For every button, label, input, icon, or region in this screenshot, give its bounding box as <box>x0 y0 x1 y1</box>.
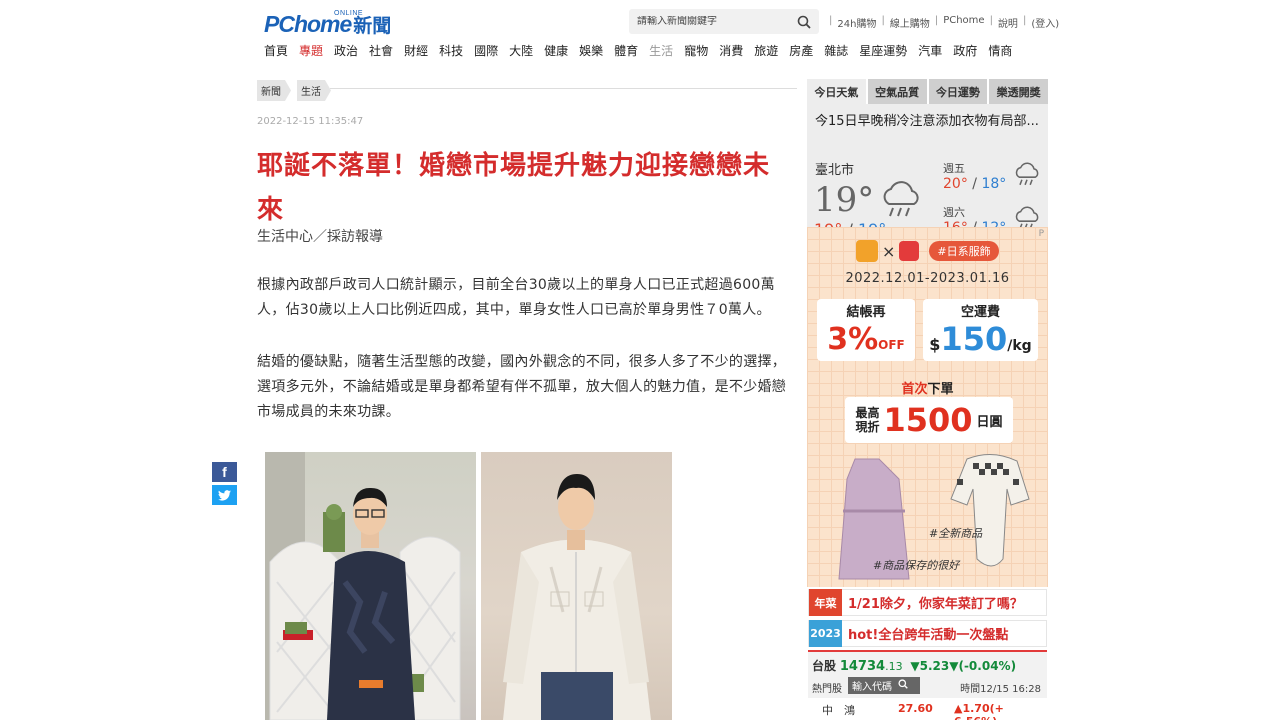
weather-current-temp: 19° <box>814 180 875 220</box>
stock-index: 台股 14734.13 ▼5.23▼(-0.04%) <box>812 659 1017 674</box>
sidebar-ad-banner[interactable]: P × #日系服飾 2022.12.01-2023.01.16 結帳再 3%OF… <box>807 227 1048 587</box>
promo-new-year-events[interactable]: 2023 hot!全台跨年活動一次盤點 <box>808 620 1047 647</box>
nav-item[interactable]: 財經 <box>404 42 428 59</box>
link-24h[interactable]: 24h購物 <box>837 15 876 30</box>
tab-horoscope[interactable]: 今日運勢 <box>928 79 988 104</box>
search-icon[interactable] <box>797 14 811 33</box>
nav-item[interactable]: 消費 <box>719 42 743 59</box>
ad-note-condition: #商品保存的很好 <box>873 559 960 572</box>
nav-item[interactable]: 健康 <box>544 42 568 59</box>
nav-item[interactable]: 大陸 <box>509 42 533 59</box>
ad-box-shipping: 空運費 $150/kg <box>923 299 1038 361</box>
twitter-share-icon[interactable] <box>212 485 237 505</box>
nav-item[interactable]: 政府 <box>953 42 977 59</box>
article-date: 2022-12-15 11:35:47 <box>257 116 364 127</box>
divider <box>330 88 797 89</box>
stock-code-input[interactable]: 輸入代碼 <box>848 677 920 694</box>
forecast-day-1-range: 20° / 18° <box>943 176 1007 192</box>
nav-item[interactable]: 社會 <box>369 42 393 59</box>
stock-row[interactable]: 中 鴻 27.60 ▲1.70(+ 6.56%) <box>808 698 1047 720</box>
hot-stocks-label: 熱門股 <box>812 684 842 695</box>
weather-tabs: 今日天氣 空氣品質 今日運勢 樂透開獎 <box>807 79 1048 104</box>
nav-item[interactable]: 汽車 <box>918 42 942 59</box>
forecast-day-1: 週五 <box>943 162 965 175</box>
nav-item[interactable]: 首頁 <box>264 42 288 59</box>
tab-air-quality[interactable]: 空氣品質 <box>867 79 927 104</box>
forecast-day-2: 週六 <box>943 206 965 219</box>
nav-item[interactable]: 房產 <box>789 42 813 59</box>
search-icon[interactable] <box>898 679 908 692</box>
promo-text: 1/21除夕，你家年菜訂了嗎？ <box>848 597 1023 612</box>
nav-item[interactable]: 旅遊 <box>754 42 778 59</box>
logo-online: ONLINE <box>334 10 364 17</box>
nav-item[interactable]: 雜誌 <box>824 42 848 59</box>
article-byline: 生活中心／採訪報導 <box>257 229 383 245</box>
tab-lottery[interactable]: 樂透開獎 <box>989 79 1048 104</box>
weather-headline[interactable]: 今15日早晚稍冷注意添加衣物有局部... <box>815 110 1040 129</box>
nav-item[interactable]: 國際 <box>474 42 498 59</box>
promo-tag: 年菜 <box>809 589 842 616</box>
nav-item[interactable]: 專題 <box>299 42 323 59</box>
facebook-share-icon[interactable]: f <box>212 462 237 482</box>
promo-tag: 2023 <box>809 620 842 647</box>
link-login[interactable]: (登入) <box>1031 15 1059 30</box>
article-photo-man-dark-jacket <box>265 452 476 720</box>
nav-item[interactable]: 星座運勢 <box>859 42 907 59</box>
stock-widget: 台股 14734.13 ▼5.23▼(-0.04%) 熱門股 輸入代碼 時間12… <box>808 650 1047 720</box>
ad-box-discount: 結帳再 3%OFF <box>817 299 915 361</box>
search-box <box>629 9 819 34</box>
nav-item[interactable]: 生活 <box>649 42 673 59</box>
nav-item[interactable]: 寵物 <box>684 42 708 59</box>
nav-item[interactable]: 情商 <box>988 42 1012 59</box>
breadcrumb-news[interactable]: 新聞 <box>257 80 291 101</box>
article-paragraph: 結婚的優缺點，隨著生活型態的改變，國內外觀念的不同，很多人多了不少的選擇，選項多… <box>257 354 787 420</box>
rain-cloud-icon <box>1013 160 1041 192</box>
nav-item[interactable]: 政治 <box>334 42 358 59</box>
ad-corner-mark: P <box>1038 229 1044 239</box>
ad-tag: #日系服飾 <box>929 241 999 261</box>
weather-city: 臺北市 <box>815 163 855 178</box>
nav-item[interactable]: 科技 <box>439 42 463 59</box>
ad-logo-row: × #日系服飾 <box>856 240 999 262</box>
rain-cloud-icon <box>879 178 923 224</box>
promo-new-year-dishes[interactable]: 年菜 1/21除夕，你家年菜訂了嗎？ <box>808 589 1047 616</box>
breadcrumb-life[interactable]: 生活 <box>297 80 331 101</box>
search-input[interactable] <box>629 16 789 27</box>
pchome-news-logo[interactable]: PChome ONLINE 新聞 <box>264 8 391 38</box>
article-paragraph: 根據內政部戶政司人口統計顯示，目前全台30歲以上的單身人口已正式超過600萬人，… <box>257 277 775 318</box>
nav-item[interactable]: 娛樂 <box>579 42 603 59</box>
ad-first-order: 首次下單 <box>901 382 954 397</box>
ad-max-discount: 最高 現折 1500 日圓 <box>845 397 1013 443</box>
article-photo-man-white-shirt <box>481 452 672 720</box>
link-online-shopping[interactable]: 線上購物 <box>890 15 930 30</box>
ad-note-new: #全新商品 <box>929 527 983 540</box>
tab-today-weather[interactable]: 今日天氣 <box>807 79 866 104</box>
mercari-logo-icon <box>899 241 920 261</box>
ad-dates: 2022.12.01-2023.01.16 <box>845 271 1010 286</box>
promo-text: hot!全台跨年活動一次盤點 <box>848 628 1009 643</box>
nav-item[interactable]: 體育 <box>614 42 638 59</box>
stock-time: 時間12/15 16:28 <box>960 684 1041 695</box>
article-title: 耶誕不落單！婚戀市場提升魅力迎接戀戀未來 <box>257 151 771 225</box>
link-pchome[interactable]: PChome <box>943 15 984 30</box>
sidebar: 今日天氣 空氣品質 今日運勢 樂透開獎 今15日早晚稍冷注意添加衣物有局部...… <box>807 79 1048 249</box>
store-logo-icon <box>856 240 878 262</box>
top-links: | 24h購物 | 線上購物 | PChome | 說明 | (登入) <box>829 15 1060 30</box>
breadcrumb: 新聞 生活 <box>257 80 331 101</box>
link-help[interactable]: 說明 <box>998 15 1018 30</box>
main-nav: 首頁 專題 政治 社會 財經 科技 國際 大陸 健康 娛樂 體育 生活 寵物 消費 旅遊 房產 雜誌 星座運勢 汽車… <box>264 42 1023 59</box>
